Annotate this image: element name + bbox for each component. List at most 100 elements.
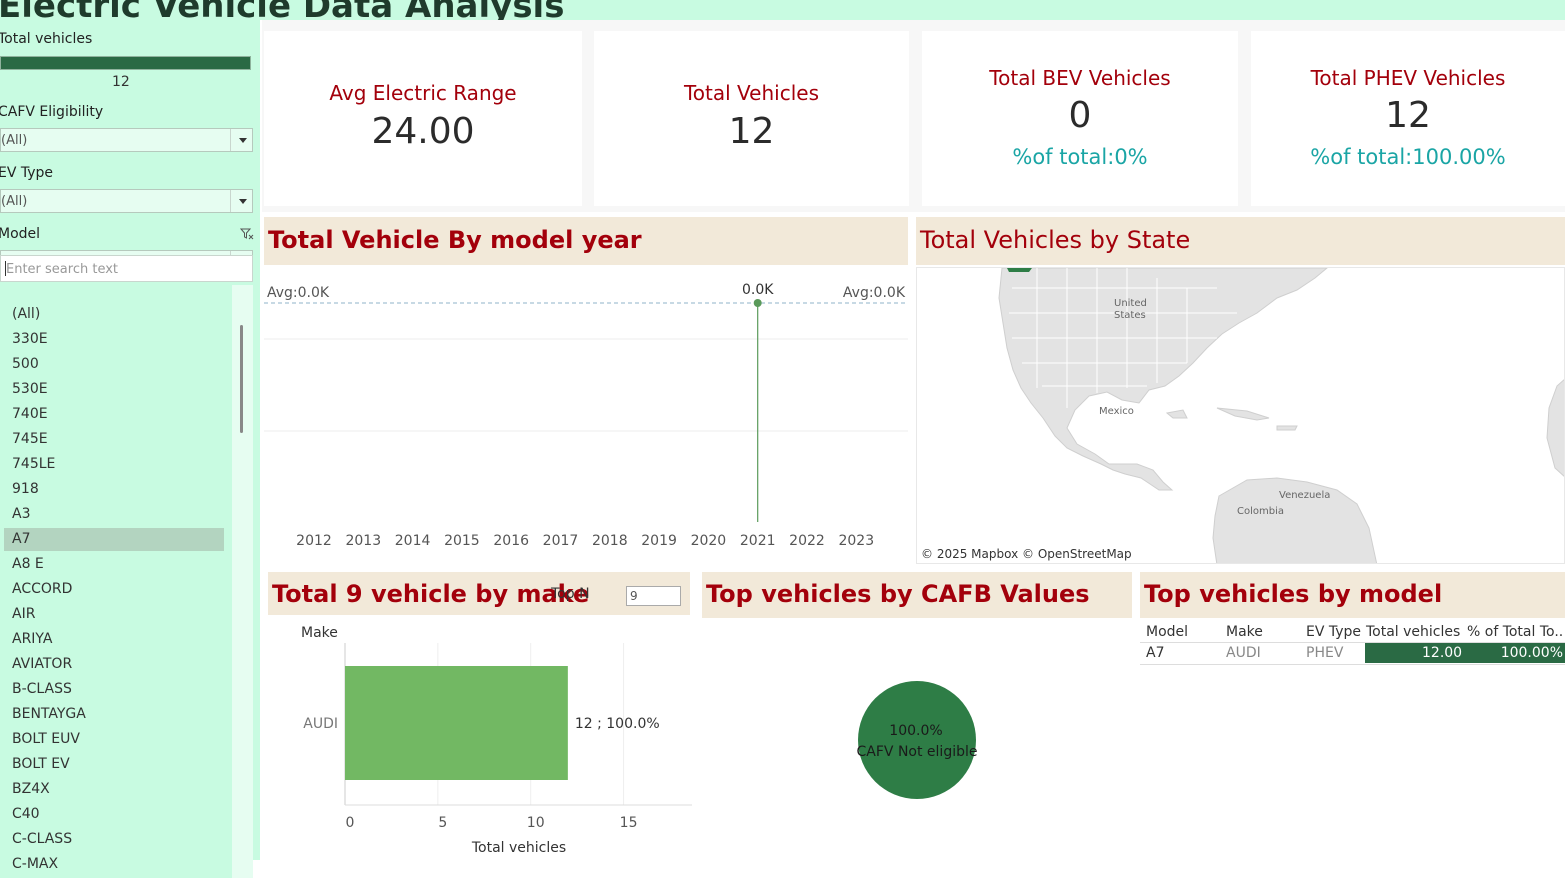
model-year-panel-title: Total Vehicle By model year <box>268 226 642 254</box>
table-header-pct[interactable]: % of Total To.. <box>1467 624 1563 640</box>
model-list-item[interactable]: 500 <box>4 353 224 376</box>
model-list-item[interactable]: (All) <box>4 303 224 326</box>
map-label-mexico: Mexico <box>1099 406 1134 417</box>
kpi-total-value: 12 <box>728 111 775 152</box>
state-map[interactable]: United States Mexico Venezuela Colombia … <box>916 267 1565 564</box>
data-point[interactable] <box>753 299 762 307</box>
state-highlight[interactable] <box>1007 268 1032 272</box>
x-tick-label: 2019 <box>641 533 677 549</box>
table-cell-ev-type: PHEV <box>1306 645 1344 661</box>
kpi-bev-value: 0 <box>1068 95 1092 136</box>
kpi-phev: Total PHEV Vehicles 12 %of total:100.00% <box>1251 31 1565 206</box>
model-list-item[interactable]: AIR <box>4 603 224 626</box>
model-list-item[interactable]: BOLT EUV <box>4 728 224 751</box>
model-list-item[interactable]: BENTAYGA <box>4 703 224 726</box>
table-header-model[interactable]: Model <box>1146 624 1188 640</box>
topn-label: Top N <box>551 586 590 602</box>
kpi-avg-range-title: Avg Electric Range <box>329 81 517 105</box>
avg-label-left: Avg:0.0K <box>267 285 330 301</box>
north-america-shape <box>998 268 1328 491</box>
kpi-phev-pct: %of total:100.00% <box>1310 145 1506 169</box>
model-list-item[interactable]: C-MAX <box>4 853 224 876</box>
model-list-item[interactable]: A8 E <box>4 553 224 576</box>
kpi-bev-title: Total BEV Vehicles <box>989 66 1171 90</box>
model-list-item[interactable]: ACCORD <box>4 578 224 601</box>
x-tick-label: 2018 <box>592 533 628 549</box>
model-list-item[interactable]: BZ4X <box>4 778 224 801</box>
model-list-item[interactable]: C-CLASS <box>4 828 224 851</box>
map-label-us: United <box>1114 298 1147 309</box>
table-row-bar[interactable]: 12.00 100.00% <box>1365 643 1565 663</box>
x-tick-label: 2021 <box>740 533 776 549</box>
x-tick-label: 2014 <box>395 533 431 549</box>
map-label-venezuela: Venezuela <box>1279 490 1330 501</box>
map-credit[interactable]: © 2025 Mapbox © OpenStreetMap <box>921 547 1132 561</box>
model-list-item[interactable]: A3 <box>4 503 224 526</box>
table-header-make[interactable]: Make <box>1226 624 1263 640</box>
model-panel-header: Top vehicles by model <box>1140 572 1565 618</box>
kpi-total-vehicles: Total Vehicles 12 <box>594 31 909 206</box>
model-search-input[interactable]: Enter search text <box>0 255 253 282</box>
map-label-us-2: States <box>1114 310 1146 321</box>
model-list-item[interactable]: 330E <box>4 328 224 351</box>
model-list-item[interactable]: 918 <box>4 478 224 501</box>
total-vehicles-range-slider[interactable] <box>0 56 251 70</box>
model-list-item[interactable]: A7 <box>4 528 224 551</box>
pie-category-label: CAFV Not eligible <box>857 744 978 760</box>
x-tick-label: 2013 <box>345 533 381 549</box>
model-list-item[interactable]: C40 <box>4 803 224 826</box>
model-list-item[interactable]: 745E <box>4 428 224 451</box>
cafv-filter-label: CAFV Eligibility <box>0 104 104 120</box>
model-list-item[interactable]: 530E <box>4 378 224 401</box>
pie-slice-not-eligible[interactable] <box>858 681 976 799</box>
model-list-item[interactable]: B-CLASS <box>4 678 224 701</box>
x-tick-label: 2012 <box>296 533 332 549</box>
bar-data-label: 12 ; 100.0% <box>575 716 660 732</box>
x-tick-label: 2017 <box>543 533 579 549</box>
chevron-down-icon[interactable] <box>230 190 252 212</box>
table-cell-pct: 100.00% <box>1500 645 1563 661</box>
model-list-item[interactable]: AVIATOR <box>4 653 224 676</box>
x-tick-label: 0 <box>346 815 355 831</box>
bar-audi[interactable] <box>345 666 568 780</box>
model-panel-title: Top vehicles by model <box>1144 580 1443 608</box>
kpi-area: Avg Electric Range 24.00 Total Vehicles … <box>262 20 1565 212</box>
table-cell-model[interactable]: A7 <box>1146 645 1164 661</box>
kpi-total-title: Total Vehicles <box>683 81 819 105</box>
kpi-bev: Total BEV Vehicles 0 %of total:0% <box>922 31 1238 206</box>
make-bar-chart: Make 0 5 10 15 AUDI 12 ; 100.0% Total vehicles <box>301 625 692 856</box>
model-list-item[interactable]: 740E <box>4 403 224 426</box>
cafb-pie-chart: 100.0% CAFV Not eligible <box>857 681 978 799</box>
ev-type-filter-label: EV Type <box>0 165 54 181</box>
cafv-dropdown[interactable]: (All) <box>0 128 253 152</box>
cafb-panel-title: Top vehicles by CAFB Values <box>706 580 1090 608</box>
pie-pct-label: 100.0% <box>889 723 942 739</box>
x-tick-label: 2016 <box>493 533 529 549</box>
model-list-item[interactable]: 745LE <box>4 453 224 476</box>
model-list-item[interactable]: BOLT EV <box>4 753 224 776</box>
map-canvas: United States Mexico Venezuela Colombia <box>998 268 1564 563</box>
total-vehicles-filter-label: Total vehicles <box>0 31 93 47</box>
x-tick-label: 2020 <box>691 533 727 549</box>
y-axis-header: Make <box>301 625 338 641</box>
dashboard-title: Electric Vehicle Data Analysis <box>0 0 565 20</box>
cafv-dropdown-value: (All) <box>1 133 28 148</box>
model-filter-label: Model <box>0 226 41 242</box>
chevron-down-icon[interactable] <box>230 129 252 151</box>
ev-type-dropdown[interactable]: (All) <box>0 189 253 213</box>
x-tick-label: 2023 <box>838 533 874 549</box>
table-header-ev-type[interactable]: EV Type <box>1306 624 1361 640</box>
scrollbar-thumb[interactable] <box>240 325 243 433</box>
kpi-avg-range: Avg Electric Range 24.00 <box>264 31 582 206</box>
table-cell-make: AUDI <box>1226 645 1261 661</box>
model-year-line-chart: Avg:0.0K Avg:0.0K 2012 2013 2014 2015 2016 2017… <box>264 282 908 549</box>
model-list-item[interactable]: ARIYA <box>4 628 224 651</box>
kpi-bev-pct: %of total:0% <box>1012 145 1148 169</box>
clear-filter-icon[interactable] <box>240 228 254 240</box>
ev-type-dropdown-value: (All) <box>1 194 28 209</box>
x-tick-label: 10 <box>527 815 545 831</box>
topn-input[interactable]: 9 <box>626 586 681 606</box>
y-category-label: AUDI <box>303 716 338 732</box>
map-label-colombia: Colombia <box>1237 506 1284 517</box>
table-header-total[interactable]: Total vehicles <box>1366 624 1460 640</box>
